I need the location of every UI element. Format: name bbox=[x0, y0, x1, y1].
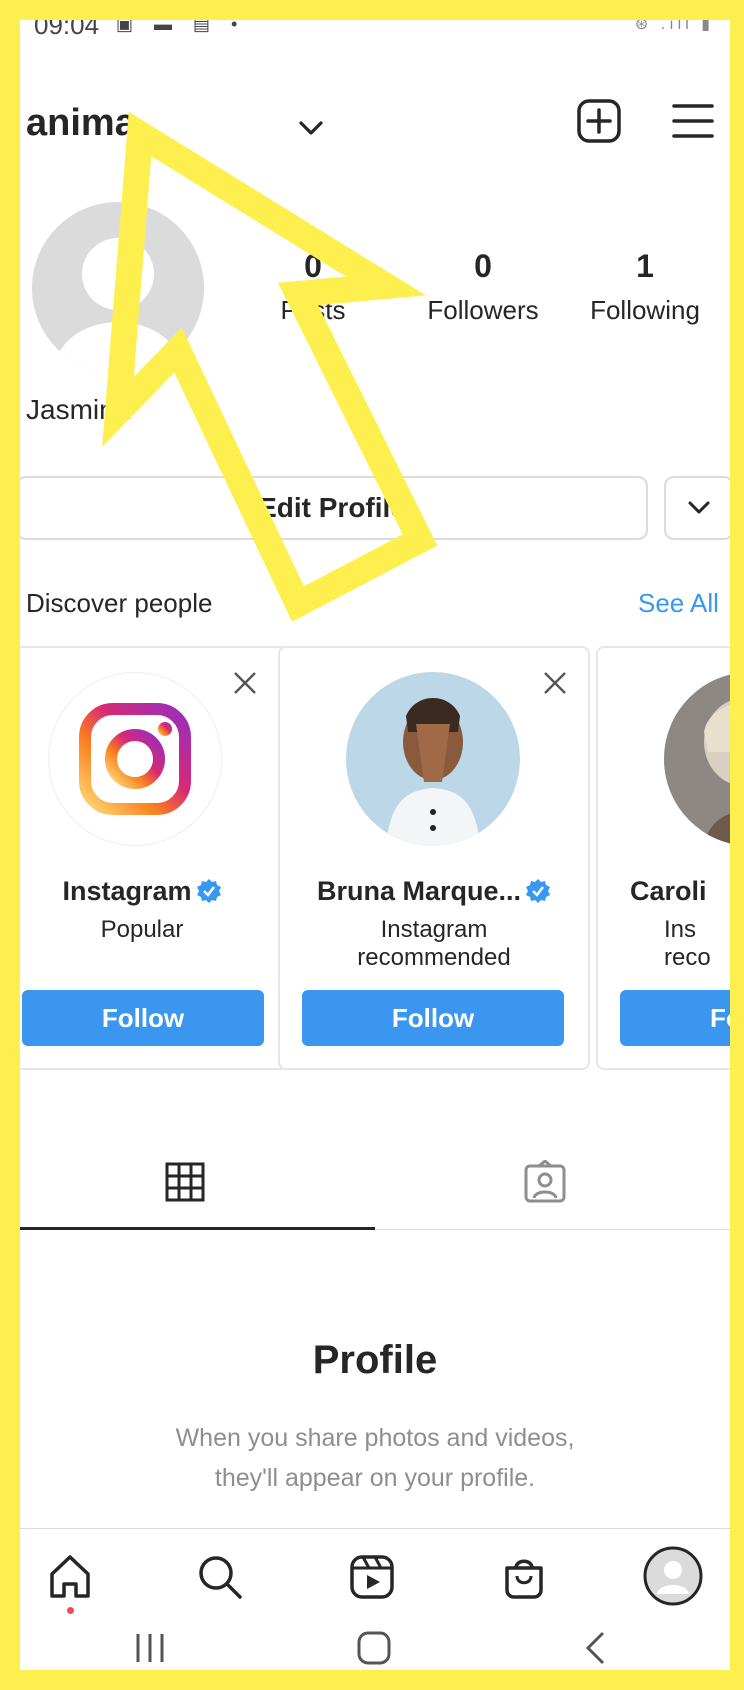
suggestion-reason: Ins reco bbox=[664, 916, 711, 971]
tab-posts-grid[interactable] bbox=[20, 1130, 375, 1230]
suggestion-card: Bruna Marque... Instagram recommended Fo… bbox=[278, 646, 590, 1070]
person-photo bbox=[346, 672, 520, 846]
close-icon[interactable] bbox=[232, 670, 258, 696]
suggestion-reason: Instagram recommended bbox=[357, 916, 511, 971]
grid-icon bbox=[165, 1162, 205, 1202]
nav-reels[interactable] bbox=[342, 1547, 402, 1607]
user-photo-avatar[interactable] bbox=[664, 672, 730, 846]
suggestion-card: Caroli Ins reco Fo bbox=[596, 646, 730, 1070]
nav-profile[interactable] bbox=[640, 1543, 706, 1609]
chevron-down-icon bbox=[688, 501, 710, 514]
status-time: 09:04 bbox=[34, 20, 100, 40]
bottom-navigation bbox=[20, 1528, 730, 1629]
verified-badge-icon bbox=[196, 879, 221, 903]
home-button-icon[interactable] bbox=[354, 1628, 394, 1668]
suggestion-name[interactable]: Instagram bbox=[20, 876, 286, 907]
home-icon bbox=[50, 1555, 90, 1598]
follow-button[interactable]: Follow bbox=[22, 990, 264, 1046]
follow-button[interactable]: Follow bbox=[302, 990, 564, 1046]
profile-avatar-icon bbox=[643, 1546, 703, 1606]
suggestion-name[interactable]: Caroli bbox=[598, 876, 730, 907]
instagram-logo-avatar[interactable] bbox=[48, 672, 222, 846]
nav-search[interactable] bbox=[190, 1547, 250, 1607]
profile-avatar[interactable] bbox=[32, 202, 204, 374]
profile-full-name: Jasmina bbox=[26, 394, 131, 425]
phone-screen: 09:04 ▣ ▬ ▤ • ⊛ .ıll ▮ anima 0 Posts 0 F… bbox=[20, 20, 730, 1670]
active-tab-indicator bbox=[20, 1227, 375, 1230]
followers-label: Followers bbox=[427, 295, 539, 325]
recent-apps-icon[interactable] bbox=[130, 1628, 170, 1668]
person-photo bbox=[664, 672, 730, 846]
back-icon[interactable] bbox=[576, 1628, 616, 1668]
following-label: Following bbox=[590, 295, 700, 325]
search-icon bbox=[199, 1556, 242, 1599]
status-signal-icons: ⊛ .ıll ▮ bbox=[634, 20, 714, 33]
follow-button[interactable]: Fo bbox=[620, 990, 730, 1046]
following-stat[interactable]: 1 Following bbox=[570, 248, 720, 326]
followers-stat[interactable]: 0 Followers bbox=[408, 248, 558, 326]
discover-people-title: Discover people bbox=[26, 588, 213, 618]
status-bar: 09:04 ▣ ▬ ▤ • ⊛ .ıll ▮ bbox=[20, 20, 730, 44]
following-count: 1 bbox=[636, 248, 654, 284]
discover-toggle-button[interactable] bbox=[664, 476, 730, 540]
notification-dot bbox=[67, 1607, 74, 1614]
suggestion-name[interactable]: Bruna Marque... bbox=[280, 876, 588, 907]
account-username[interactable]: anima bbox=[26, 102, 136, 145]
shopping-bag-icon bbox=[505, 1559, 543, 1599]
nav-shop[interactable] bbox=[494, 1547, 554, 1607]
empty-state-description: When you share photos and videos, they'l… bbox=[175, 1424, 575, 1492]
tab-tagged[interactable] bbox=[375, 1130, 730, 1230]
hamburger-menu-icon[interactable] bbox=[672, 102, 714, 140]
new-post-icon[interactable] bbox=[576, 98, 622, 144]
status-notification-icons: ▣ ▬ ▤ • bbox=[116, 20, 246, 34]
edit-profile-button[interactable]: Edit Profile bbox=[20, 476, 648, 540]
posts-label: Posts bbox=[280, 295, 346, 325]
suggestion-card: Instagram Popular Follow bbox=[20, 646, 288, 1070]
posts-stat[interactable]: 0 Posts bbox=[238, 248, 388, 326]
followers-count: 0 bbox=[474, 248, 492, 284]
system-navigation-bar bbox=[20, 1628, 730, 1670]
empty-state-title: Profile bbox=[312, 1338, 438, 1382]
default-avatar-icon bbox=[32, 202, 204, 374]
chevron-down-icon[interactable] bbox=[298, 118, 324, 138]
nav-home[interactable] bbox=[40, 1547, 100, 1614]
close-icon[interactable] bbox=[542, 670, 568, 696]
posts-count: 0 bbox=[304, 248, 322, 284]
see-all-link[interactable]: See All bbox=[638, 588, 719, 619]
reels-icon bbox=[350, 1555, 394, 1599]
user-photo-avatar[interactable] bbox=[346, 672, 520, 846]
instagram-logo-icon bbox=[79, 703, 191, 815]
verified-badge-icon bbox=[526, 879, 551, 903]
suggestion-reason: Popular bbox=[100, 916, 184, 943]
tagged-person-icon bbox=[524, 1160, 566, 1203]
